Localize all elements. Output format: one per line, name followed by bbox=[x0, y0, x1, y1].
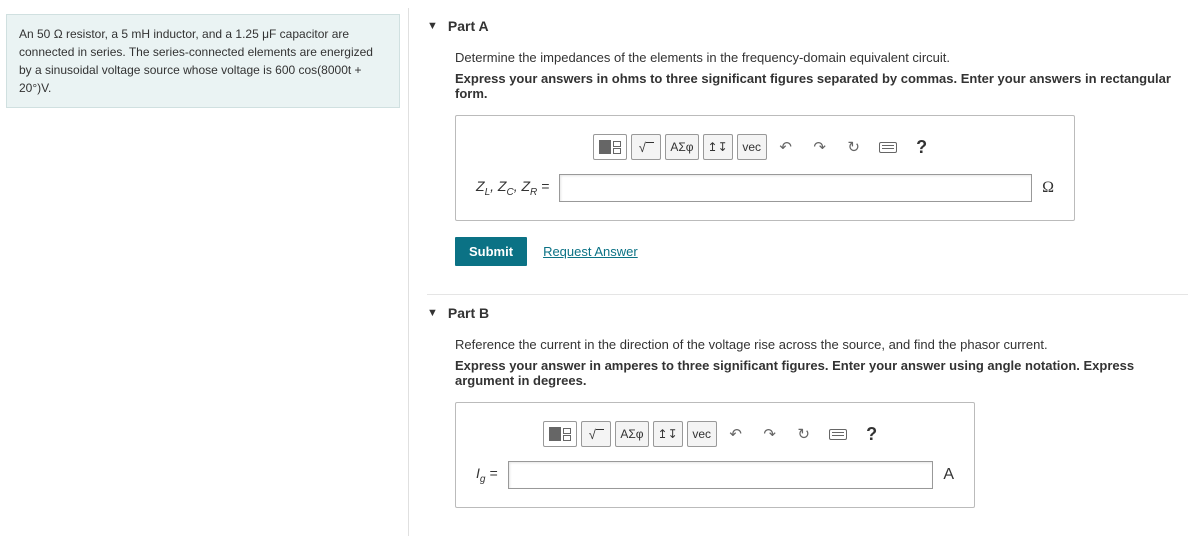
redo-icon[interactable]: ↷ bbox=[805, 134, 835, 160]
answer-row: Ig = A bbox=[476, 461, 954, 489]
answer-row: ZL, ZC, ZR = Ω bbox=[476, 174, 1054, 202]
greek-button[interactable]: ΑΣφ bbox=[615, 421, 648, 447]
reset-icon[interactable]: ↻ bbox=[839, 134, 869, 160]
redo-icon[interactable]: ↷ bbox=[755, 421, 785, 447]
part-a-prompt: Determine the impedances of the elements… bbox=[455, 50, 1188, 65]
undo-icon[interactable]: ↶ bbox=[771, 134, 801, 160]
undo-icon[interactable]: ↶ bbox=[721, 421, 751, 447]
problem-context: An 50 Ω resistor, a 5 mH inductor, and a… bbox=[6, 14, 400, 108]
reset-icon[interactable]: ↻ bbox=[789, 421, 819, 447]
arrows-button[interactable]: ↥↧ bbox=[653, 421, 683, 447]
toolbar: ΑΣφ ↥↧ vec ↶ ↷ ↻ ? bbox=[476, 421, 954, 447]
part-b-answer-box: ΑΣφ ↥↧ vec ↶ ↷ ↻ ? Ig = A bbox=[455, 402, 975, 508]
vec-button[interactable]: vec bbox=[737, 134, 767, 160]
chevron-down-icon: ▼ bbox=[427, 20, 438, 32]
toolbar: ΑΣφ ↥↧ vec ↶ ↷ ↻ ? bbox=[476, 134, 1054, 160]
part-b: ▼ Part B Reference the current in the di… bbox=[427, 294, 1188, 508]
submit-row: Submit Request Answer bbox=[455, 237, 1188, 266]
context-column: An 50 Ω resistor, a 5 mH inductor, and a… bbox=[0, 8, 400, 536]
greek-button[interactable]: ΑΣφ bbox=[665, 134, 698, 160]
part-b-instruction: Express your answer in amperes to three … bbox=[455, 358, 1188, 388]
part-b-input[interactable] bbox=[508, 461, 934, 489]
chevron-down-icon: ▼ bbox=[427, 307, 438, 319]
part-b-prompt: Reference the current in the direction o… bbox=[455, 337, 1188, 352]
sqrt-icon[interactable] bbox=[581, 421, 611, 447]
part-b-title: Part B bbox=[448, 305, 489, 321]
submit-button[interactable]: Submit bbox=[455, 237, 527, 266]
part-a-unit: Ω bbox=[1042, 179, 1054, 197]
main-column: ▼ Part A Determine the impedances of the… bbox=[408, 8, 1200, 536]
part-a-input[interactable] bbox=[559, 174, 1032, 202]
keyboard-icon[interactable] bbox=[823, 421, 853, 447]
help-icon[interactable]: ? bbox=[857, 421, 887, 447]
part-b-header[interactable]: ▼ Part B bbox=[427, 294, 1188, 333]
help-icon[interactable]: ? bbox=[907, 134, 937, 160]
page-root: An 50 Ω resistor, a 5 mH inductor, and a… bbox=[0, 0, 1200, 556]
keyboard-icon[interactable] bbox=[873, 134, 903, 160]
part-a-instruction: Express your answers in ohms to three si… bbox=[455, 71, 1188, 101]
vec-button[interactable]: vec bbox=[687, 421, 717, 447]
request-answer-link[interactable]: Request Answer bbox=[543, 244, 638, 259]
part-b-unit: A bbox=[943, 466, 954, 484]
part-a-header[interactable]: ▼ Part A bbox=[427, 8, 1188, 46]
template-icon[interactable] bbox=[543, 421, 577, 447]
part-a-answer-box: ΑΣφ ↥↧ vec ↶ ↷ ↻ ? ZL, ZC, ZR = bbox=[455, 115, 1075, 221]
template-icon[interactable] bbox=[593, 134, 627, 160]
part-a: ▼ Part A Determine the impedances of the… bbox=[427, 8, 1188, 266]
arrows-button[interactable]: ↥↧ bbox=[703, 134, 733, 160]
part-b-lhs: Ig = bbox=[476, 465, 498, 485]
part-a-lhs: ZL, ZC, ZR = bbox=[476, 178, 549, 198]
sqrt-icon[interactable] bbox=[631, 134, 661, 160]
part-a-title: Part A bbox=[448, 18, 489, 34]
